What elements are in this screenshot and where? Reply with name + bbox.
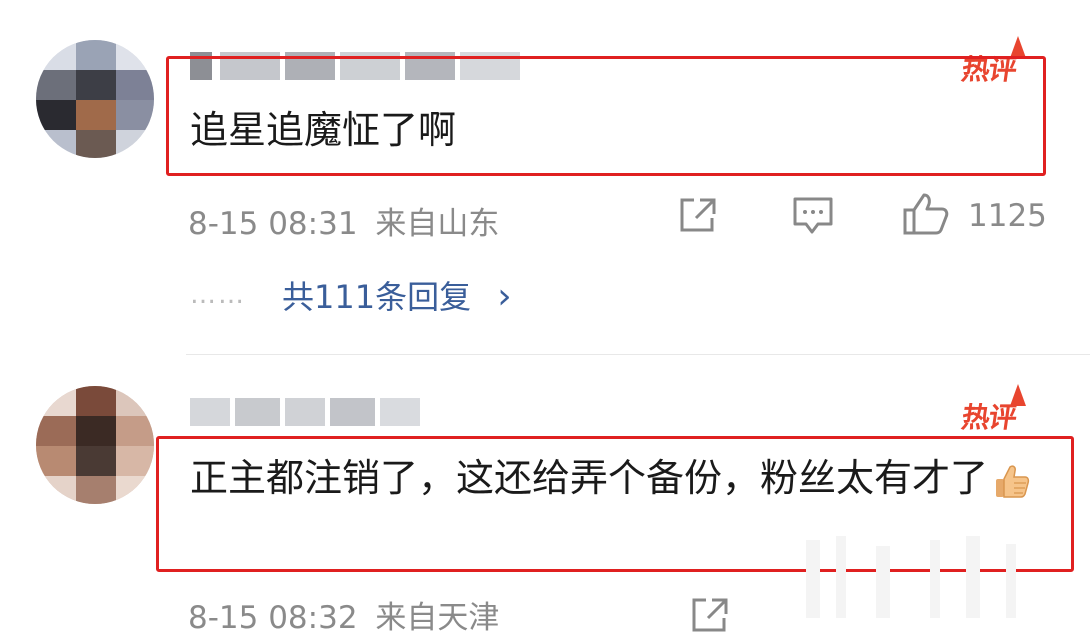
chevron-right-icon: › (497, 276, 512, 317)
comment-location: 来自山东 (375, 206, 500, 242)
comment-text: 正主都注销了，这还给弄个备份，粉丝太有才了 (190, 448, 1050, 508)
like-count: 1125 (968, 198, 1047, 234)
divider (186, 354, 1090, 355)
comment-time: 8-15 08:31 (188, 206, 358, 242)
share-icon[interactable] (690, 596, 730, 634)
comment-meta: 8-15 08:32 来自天津 (188, 592, 499, 637)
avatar[interactable] (36, 386, 154, 504)
view-replies-link[interactable]: 共111条回复 › (282, 272, 512, 318)
replies-label: 共111条回复 (282, 278, 472, 316)
username-blurred[interactable] (190, 398, 420, 426)
comment-location: 来自天津 (375, 600, 500, 636)
like-icon[interactable] (902, 192, 950, 236)
comment-time: 8-15 08:32 (188, 600, 358, 636)
comment-text: 追星追魔怔了啊 (190, 108, 457, 152)
hot-comment-badge: 热评 (959, 401, 1019, 434)
thumbs-up-emoji (996, 464, 1030, 498)
share-icon[interactable] (678, 196, 718, 234)
comment-meta: 8-15 08:31 来自山东 (188, 198, 499, 243)
replies-dots: …… (190, 280, 246, 310)
comment-icon[interactable] (792, 196, 834, 236)
avatar[interactable] (36, 40, 154, 158)
